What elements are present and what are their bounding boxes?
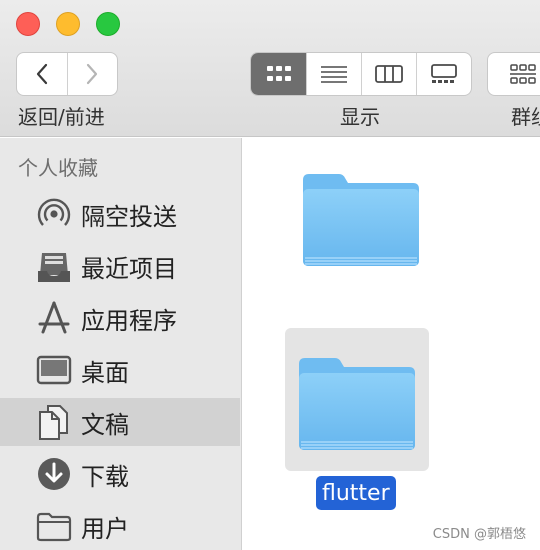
sidebar-item-applications[interactable]: 应用程序 — [0, 294, 240, 342]
back-button[interactable] — [17, 53, 67, 95]
back-forward-group — [16, 52, 118, 96]
sidebar-item-users[interactable]: 用户 — [0, 502, 240, 550]
sidebar: 个人收藏 隔空投送 最近项目 应用程序 桌面 文稿 下载 用户 — [0, 138, 242, 550]
file-item-flutter[interactable] — [285, 328, 429, 471]
icon-grid-icon — [266, 66, 291, 81]
sidebar-item-label: 下载 — [81, 462, 129, 491]
icon-view-button[interactable] — [251, 53, 306, 95]
chevron-right-icon — [87, 63, 98, 85]
gallery-icon — [431, 64, 457, 83]
recents-icon — [34, 246, 74, 286]
folder-icon — [301, 168, 421, 268]
forward-button[interactable] — [66, 53, 117, 95]
favorites-header: 个人收藏 — [18, 156, 98, 180]
sidebar-item-label: 桌面 — [81, 358, 129, 387]
view-mode-group — [250, 52, 472, 96]
sidebar-item-label: 用户 — [81, 514, 129, 543]
finder-toolbar: 返回/前进 显示 群组 — [0, 0, 540, 137]
file-name-selected[interactable]: flutter — [316, 476, 396, 510]
column-view-button[interactable] — [361, 53, 416, 95]
group-label: 群组 — [511, 105, 540, 129]
applications-icon — [34, 298, 74, 338]
gallery-view-button[interactable] — [416, 53, 471, 95]
list-view-button[interactable] — [306, 53, 361, 95]
file-browser-content: ts flutter CSDN @郭梧悠 — [243, 138, 540, 550]
sidebar-item-label: 隔空投送 — [81, 202, 177, 231]
view-label: 显示 — [340, 105, 380, 129]
users-folder-icon — [34, 506, 74, 546]
sidebar-item-label: 文稿 — [81, 410, 129, 439]
sidebar-item-label: 最近项目 — [81, 254, 177, 283]
downloads-icon — [34, 454, 74, 494]
columns-icon — [375, 65, 403, 83]
group-grid-icon — [510, 64, 536, 84]
sidebar-item-label: 应用程序 — [81, 306, 177, 335]
sidebar-item-documents[interactable]: 文稿 — [0, 398, 240, 446]
minimize-window-button[interactable] — [56, 12, 80, 36]
folder-icon — [297, 352, 417, 452]
watermark: CSDN @郭梧悠 — [432, 527, 526, 542]
zoom-window-button[interactable] — [96, 12, 120, 36]
sidebar-item-recents[interactable]: 最近项目 — [0, 242, 240, 290]
close-window-button[interactable] — [16, 12, 40, 36]
back-forward-label: 返回/前进 — [18, 105, 105, 129]
list-icon — [321, 66, 347, 83]
desktop-icon — [34, 350, 74, 390]
airdrop-icon — [34, 194, 74, 234]
sidebar-item-airdrop[interactable]: 隔空投送 — [0, 190, 240, 238]
sidebar-item-desktop[interactable]: 桌面 — [0, 346, 240, 394]
group-by-button[interactable] — [487, 52, 540, 96]
documents-icon — [34, 402, 74, 442]
chevron-left-icon — [36, 63, 48, 85]
sidebar-item-downloads[interactable]: 下载 — [0, 450, 240, 498]
